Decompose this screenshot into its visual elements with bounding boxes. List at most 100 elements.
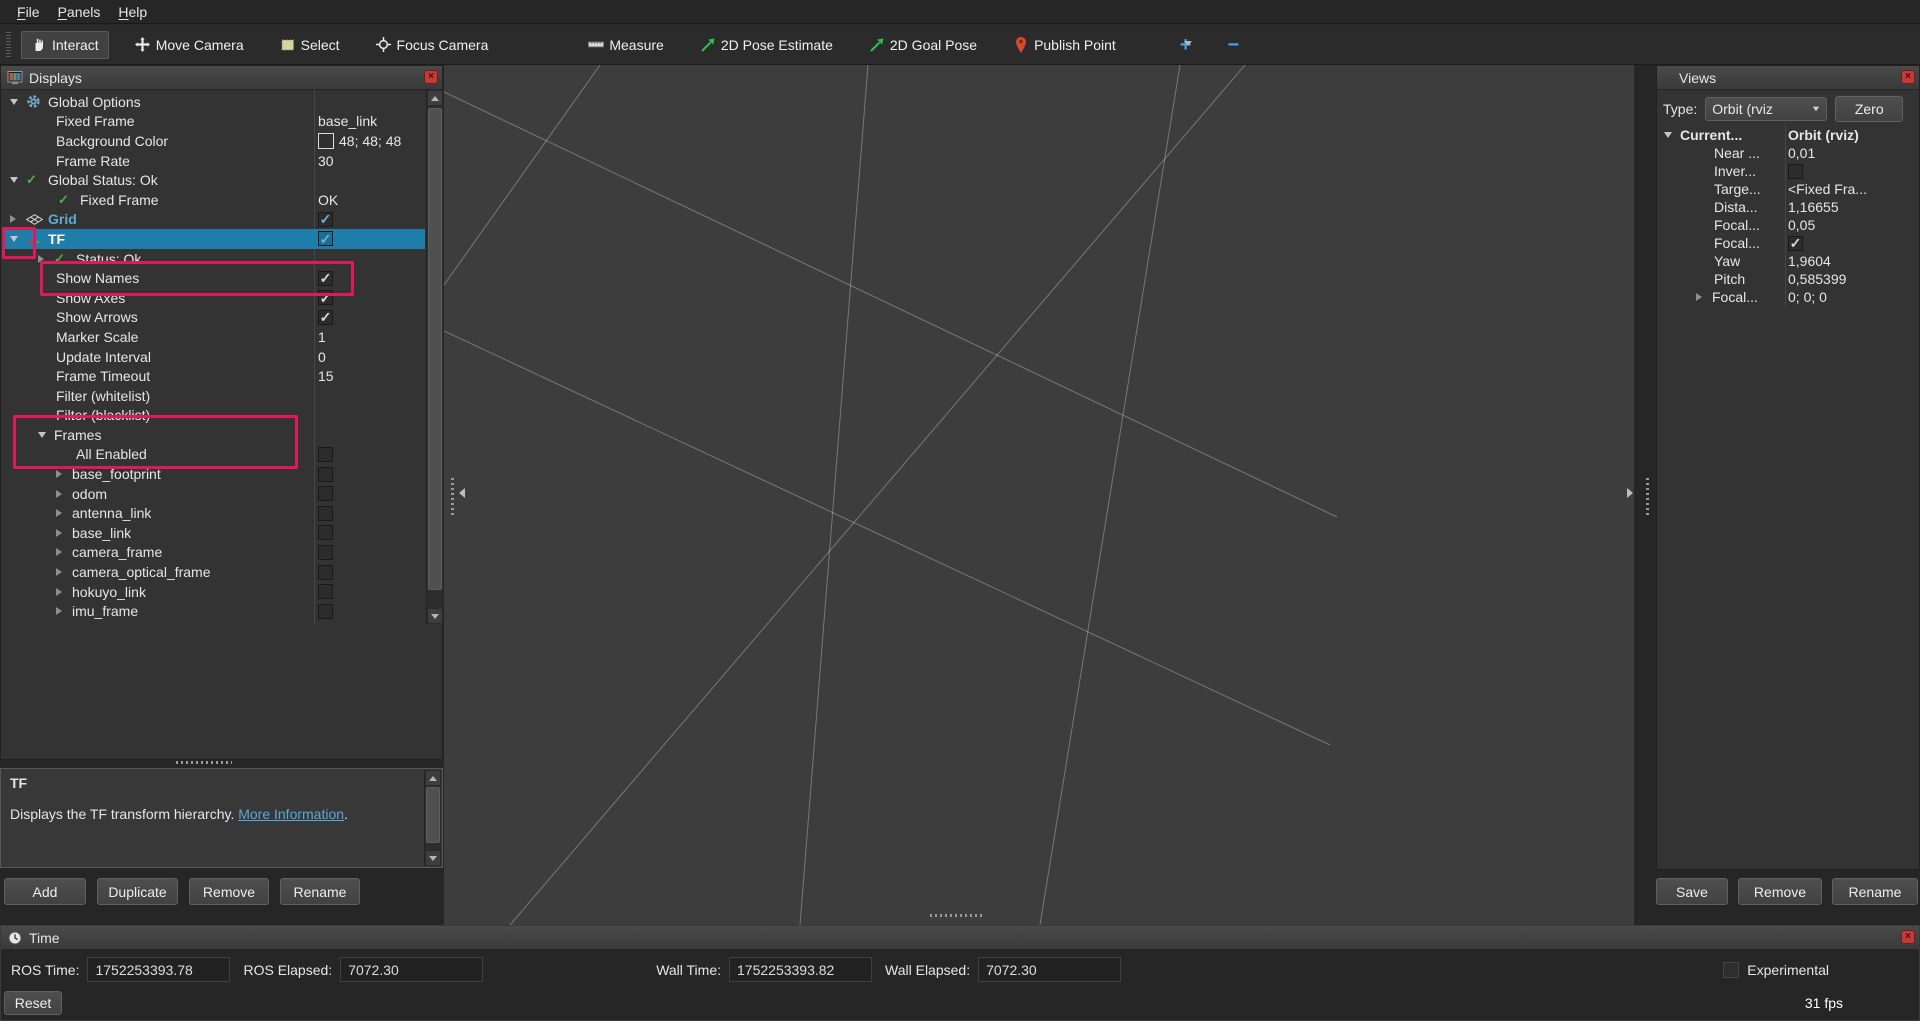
scroll-up-icon[interactable] (425, 770, 441, 786)
expander-right-icon[interactable] (10, 215, 26, 223)
expander-right-icon[interactable] (56, 529, 72, 537)
add-button[interactable]: Add (4, 878, 86, 905)
row-global-status-ok[interactable]: ✓Global Status: Ok (2, 170, 425, 190)
checkbox-tf[interactable]: ✓ (318, 231, 333, 246)
row-camera-optical-frame[interactable]: camera_optical_frame (2, 562, 425, 582)
checkbox-base-footprint[interactable] (318, 467, 333, 482)
row-camera-frame[interactable]: camera_frame (2, 543, 425, 563)
expander-right-icon[interactable] (56, 490, 72, 498)
row-fixed-frame[interactable]: Fixed Framebase_link (2, 112, 425, 132)
menu-file[interactable]: File (8, 2, 49, 22)
row-focal[interactable]: Focal...✓ (1658, 234, 1918, 252)
checkbox-grid[interactable]: ✓ (318, 212, 333, 227)
row-frame-timeout[interactable]: Frame Timeout15 (2, 366, 425, 386)
row-grid[interactable]: Grid✓ (2, 210, 425, 230)
row-focal[interactable]: Focal...0,05 (1658, 216, 1918, 234)
checkbox-inver[interactable] (1788, 164, 1803, 179)
expander-down-icon[interactable] (10, 177, 26, 183)
expander-down-icon[interactable] (1664, 132, 1680, 138)
expander-down-icon[interactable] (38, 432, 54, 438)
row-dista[interactable]: Dista...1,16655 (1658, 198, 1918, 216)
toolbar-drag-handle[interactable] (6, 32, 11, 58)
collapse-right-icon[interactable] (1627, 488, 1633, 498)
expander-right-icon[interactable] (1696, 293, 1712, 301)
close-icon[interactable]: × (1901, 930, 1915, 944)
wall-time-field[interactable]: 1752253393.82 (729, 957, 872, 982)
expander-down-icon[interactable] (10, 236, 26, 242)
row-base-footprint[interactable]: base_footprint (2, 464, 425, 484)
save-button[interactable]: Save (1656, 878, 1728, 905)
row-frame-rate[interactable]: Frame Rate30 (2, 151, 425, 171)
row-odom[interactable]: odom (2, 484, 425, 504)
expander-right-icon[interactable] (56, 470, 72, 478)
tool-2d-goal-pose[interactable]: 2D Goal Pose (859, 31, 987, 59)
row-marker-scale[interactable]: Marker Scale1 (2, 327, 425, 347)
row-show-names[interactable]: Show Names✓ (2, 268, 425, 288)
collapse-left-icon[interactable] (459, 488, 465, 498)
toolbar-overflow-icon[interactable] (1184, 46, 1192, 62)
ros-time-field[interactable]: 1752253393.78 (87, 957, 230, 982)
row-current[interactable]: Current...Orbit (rviz) (1658, 126, 1918, 144)
row-focal[interactable]: Focal...0; 0; 0 (1658, 288, 1918, 306)
scroll-down-icon[interactable] (425, 850, 441, 866)
row-filter-whitelist[interactable]: Filter (whitelist) (2, 386, 425, 406)
scroll-down-icon[interactable] (427, 608, 443, 624)
row-frames[interactable]: Frames (2, 425, 425, 445)
expander-right-icon[interactable] (56, 509, 72, 517)
checkbox-hokuyo-link[interactable] (318, 584, 333, 599)
checkbox-all-enabled[interactable] (318, 447, 333, 462)
tool-interact[interactable]: Interact (21, 31, 109, 59)
checkbox-antenna-link[interactable] (318, 506, 333, 521)
duplicate-button[interactable]: Duplicate (97, 878, 178, 905)
expander-down-icon[interactable] (10, 99, 26, 105)
remove-button[interactable]: Remove (1738, 878, 1822, 905)
checkbox-focal[interactable]: ✓ (1788, 236, 1803, 251)
row-fixed-frame[interactable]: ✓Fixed FrameOK (2, 190, 425, 210)
row-update-interval[interactable]: Update Interval0 (2, 347, 425, 367)
row-pitch[interactable]: Pitch0,585399 (1658, 270, 1918, 288)
tool-measure[interactable]: Measure (578, 31, 673, 59)
splitter-handle[interactable] (176, 761, 232, 764)
tool-item[interactable]: − (1217, 32, 1249, 58)
checkbox-base-link[interactable] (318, 525, 333, 540)
checkbox-camera-frame[interactable] (318, 545, 333, 560)
close-icon[interactable]: × (424, 70, 438, 84)
scroll-up-icon[interactable] (427, 90, 443, 106)
wall-elapsed-field[interactable]: 7072.30 (978, 957, 1121, 982)
ros-elapsed-field[interactable]: 7072.30 (340, 957, 483, 982)
close-icon[interactable]: × (1901, 70, 1915, 84)
expander-right-icon[interactable] (56, 588, 72, 596)
color-swatch[interactable] (318, 133, 334, 149)
checkbox-show-names[interactable]: ✓ (318, 271, 333, 286)
tool-select[interactable]: Select (270, 31, 350, 59)
tool-focus-camera[interactable]: Focus Camera (366, 31, 499, 59)
rename-button[interactable]: Rename (1832, 878, 1918, 905)
3d-viewport[interactable] (444, 65, 1634, 925)
row-tf[interactable]: TF✓ (2, 229, 425, 249)
row-all-enabled[interactable]: All Enabled (2, 445, 425, 465)
right-splitter-handle[interactable] (1646, 478, 1649, 518)
row-background-color[interactable]: Background Color48; 48; 48 (2, 131, 425, 151)
checkbox-show-axes[interactable]: ✓ (318, 290, 333, 305)
expander-right-icon[interactable] (38, 255, 54, 263)
remove-button[interactable]: Remove (189, 878, 269, 905)
more-information-link[interactable]: More Information (238, 806, 344, 822)
row-antenna-link[interactable]: antenna_link (2, 503, 425, 523)
expander-right-icon[interactable] (56, 548, 72, 556)
reset-button[interactable]: Reset (4, 991, 62, 1015)
row-base-link[interactable]: base_link (2, 523, 425, 543)
scrollbar-thumb[interactable] (426, 787, 440, 843)
row-yaw[interactable]: Yaw1,9604 (1658, 252, 1918, 270)
checkbox-show-arrows[interactable]: ✓ (318, 310, 333, 325)
description-scrollbar[interactable] (424, 770, 441, 866)
menu-panels[interactable]: Panels (49, 2, 110, 22)
row-targe[interactable]: Targe...<Fixed Fra... (1658, 180, 1918, 198)
row-show-axes[interactable]: Show Axes✓ (2, 288, 425, 308)
row-imu-frame[interactable]: imu_frame (2, 601, 425, 621)
bottom-splitter-handle[interactable] (930, 914, 982, 917)
tool-2d-pose-estimate[interactable]: 2D Pose Estimate (690, 31, 843, 59)
row-inver[interactable]: Inver... (1658, 162, 1918, 180)
tool-publish-point[interactable]: Publish Point (1003, 31, 1126, 59)
row-global-options[interactable]: Global Options (2, 92, 425, 112)
checkbox-odom[interactable] (318, 486, 333, 501)
